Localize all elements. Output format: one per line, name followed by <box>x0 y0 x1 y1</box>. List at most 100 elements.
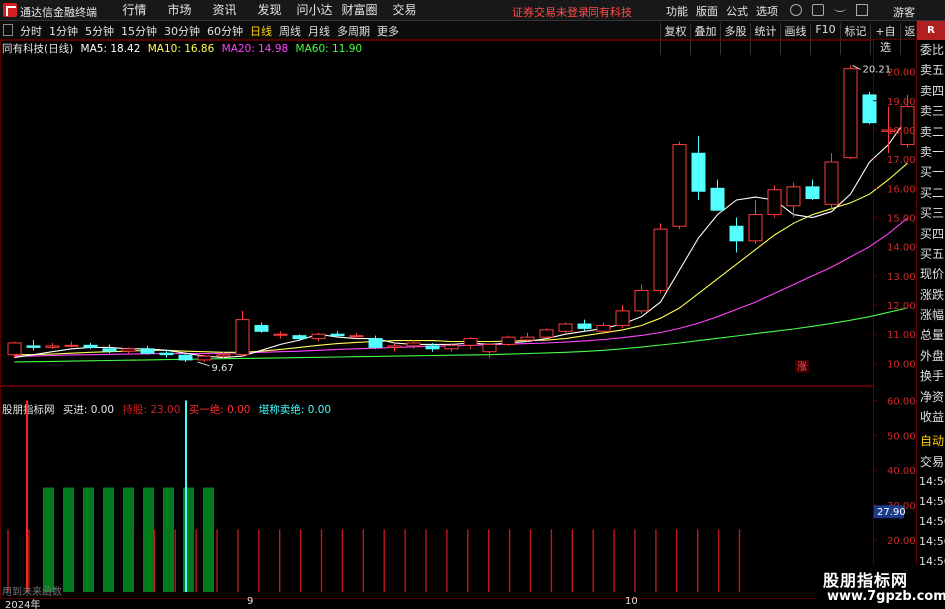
watermark-url: www.7gpzb.com <box>827 589 945 604</box>
quote-field-3: 卖三 <box>920 104 945 119</box>
menu-item-wenxiaoda[interactable]: 问小达 <box>292 2 337 18</box>
tick-time-0: 14:56 <box>919 475 945 489</box>
quote-field-12: 涨跌 <box>920 287 945 302</box>
quote-field-list: 委比 卖五 卖四 卖三 卖二 卖一 买一 买二 买三 买四 买五 现价 涨跌 涨幅 总量 外盘 换手 净资 收益 <box>917 40 945 427</box>
candle-body-12 <box>235 319 250 356</box>
green-signal-bar-1 <box>63 487 74 592</box>
minimize-icon[interactable] <box>834 4 846 12</box>
period-30min[interactable]: 30分钟 <box>164 23 200 39</box>
period-toolbar: 分时 1分钟 5分钟 15分钟 30分钟 60分钟 日线 周线 月线 多周期 更… <box>0 21 927 55</box>
quote-field-14: 总量 <box>920 328 945 343</box>
quote-field-10: 买五 <box>920 246 945 261</box>
quote-field-15: 外盘 <box>920 348 945 363</box>
period-daily[interactable]: 日线 <box>250 23 272 39</box>
green-signal-bar-6 <box>163 487 174 592</box>
x-axis-label-sep: 9 <box>247 596 254 607</box>
menu-item-zixun[interactable]: 资讯 <box>202 2 247 18</box>
period-monthly[interactable]: 月线 <box>308 23 330 39</box>
high-price-label: 20.21 <box>863 64 892 75</box>
app-title: 通达信金融终端 <box>20 6 97 19</box>
green-signal-bar-4 <box>123 487 134 592</box>
price-panel-border <box>0 40 874 386</box>
candle-body-41 <box>786 186 801 207</box>
price-label-5: 15.00 <box>887 214 915 225</box>
candle-body-27 <box>520 336 535 341</box>
period-weekly[interactable]: 周线 <box>279 23 301 39</box>
price-label-9: 11.00 <box>887 330 915 341</box>
period-1min[interactable]: 1分钟 <box>49 23 78 39</box>
candle-body-6 <box>121 348 136 352</box>
period-60min[interactable]: 60分钟 <box>207 23 243 39</box>
message-icon[interactable] <box>812 4 824 16</box>
menu-item-gongshi[interactable]: 公式 <box>722 3 752 19</box>
candle-body-26 <box>501 336 516 345</box>
period-15min[interactable]: 15分钟 <box>121 23 157 39</box>
tick-time-2: 14:56 <box>919 515 945 529</box>
menu-item-jiaoyi[interactable]: 交易 <box>382 2 427 18</box>
tick-time-3: 14:56 <box>919 535 945 549</box>
price-label-7: 13.00 <box>887 272 915 283</box>
ind-label-1: 50.00 <box>887 431 915 442</box>
quote-field-18: 收益 <box>920 410 945 425</box>
price-label-8: 12.00 <box>887 301 915 312</box>
price-label-4: 16.00 <box>887 184 915 195</box>
trade-mode-label[interactable]: 交易 <box>917 452 945 472</box>
watermark-title: 股朋指标网 <box>823 571 909 590</box>
quote-field-17: 净资 <box>920 389 945 404</box>
sidebar-toggle-tab[interactable]: R <box>917 21 945 40</box>
candle-body-32 <box>615 310 630 326</box>
quote-field-16: 换手 <box>920 369 945 384</box>
candle-body-28 <box>539 329 554 338</box>
menu-bar: 通达信金融终端 行情 市场 资讯 发现 问小达 财富圈 交易 证券交易未登录 同… <box>0 0 945 21</box>
period-multi[interactable]: 多周期 <box>337 23 370 39</box>
main-menu: 行情 市场 资讯 发现 问小达 财富圈 交易 <box>112 2 427 18</box>
menu-item-caifuquan[interactable]: 财富圈 <box>337 2 382 18</box>
quote-field-6: 买一 <box>920 165 945 180</box>
candle-body-16 <box>311 333 326 340</box>
guest-login[interactable]: 游客 <box>893 4 915 20</box>
green-signal-bar-7 <box>183 487 194 592</box>
tick-time-1: 14:56 <box>919 495 945 509</box>
maximize-icon[interactable] <box>856 4 868 16</box>
green-signal-bar-8 <box>203 487 214 592</box>
low-price-label: 9.67 <box>212 363 234 374</box>
candle-body-10 <box>197 355 212 361</box>
candle-body-45 <box>862 94 877 124</box>
candle-body-2 <box>45 345 60 348</box>
kline-chart[interactable]: 20.00 19.00 18.00 17.00 16.00 15.00 14.00 13.00… <box>0 40 915 609</box>
trade-login-notice[interactable]: 证券交易未登录 <box>512 4 589 20</box>
candle-body-25 <box>482 343 497 353</box>
candle-body-37 <box>710 187 725 211</box>
auto-mode-label[interactable]: 自动 <box>917 431 945 451</box>
menu-item-xuanxiang[interactable]: 选项 <box>752 3 782 19</box>
pin-icon[interactable] <box>3 24 13 36</box>
menu-item-shichang[interactable]: 市场 <box>157 2 202 18</box>
candle-body-36 <box>691 152 706 192</box>
indicator-bars <box>7 400 741 592</box>
menu-item-faxian[interactable]: 发现 <box>247 2 292 18</box>
quote-field-11: 现价 <box>920 267 945 282</box>
watermark: 股朋指标网 www.7gpzb.com <box>815 565 945 609</box>
x-axis-label-year: 2024年 <box>5 600 41 609</box>
menu-item-hangqing[interactable]: 行情 <box>112 2 157 18</box>
candle-body-39 <box>748 214 763 242</box>
candle-body-43 <box>824 161 839 205</box>
candle-body-30 <box>577 323 592 329</box>
menu-item-gongneng[interactable]: 功能 <box>662 3 692 19</box>
bell-icon[interactable] <box>790 4 802 16</box>
candle-body-29 <box>558 323 573 332</box>
green-signal-bar-5 <box>143 487 154 592</box>
green-signal-bar-3 <box>103 487 114 592</box>
period-more[interactable]: 更多 <box>377 23 399 39</box>
menu-item-banmian[interactable]: 版面 <box>692 3 722 19</box>
chart-annotations: 20.21 9.67 涨 <box>197 64 892 374</box>
period-5min[interactable]: 5分钟 <box>85 23 114 39</box>
candle-body-13 <box>254 324 269 332</box>
quote-field-9: 买四 <box>920 226 945 241</box>
quote-field-13: 涨幅 <box>920 308 945 323</box>
quote-field-2: 卖四 <box>920 83 945 98</box>
candle-body-20 <box>387 345 402 348</box>
chart-grid <box>0 40 915 599</box>
period-fenshi[interactable]: 分时 <box>20 23 42 39</box>
candle-body-9 <box>178 354 193 361</box>
